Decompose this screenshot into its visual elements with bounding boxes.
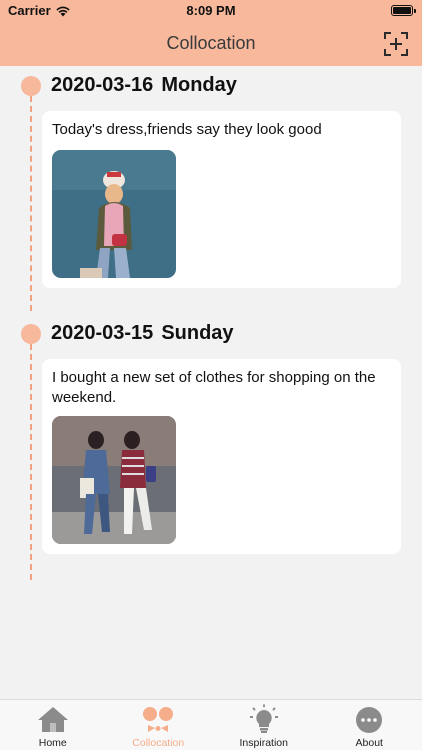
tab-about-label: About <box>355 737 383 749</box>
more-icon <box>356 707 383 733</box>
timeline-dot <box>21 76 41 96</box>
entry-card[interactable]: Today's dress,friends say they look good <box>42 111 401 288</box>
bow-tie-icon <box>143 707 174 732</box>
tab-bar: Home Collocation Inspiration About <box>0 699 422 750</box>
entry-card[interactable]: I bought a new set of clothes for shoppi… <box>42 359 401 554</box>
tab-inspiration[interactable]: Inspiration <box>211 700 317 750</box>
tab-collocation-label: Collocation <box>132 737 185 749</box>
home-icon <box>37 707 68 732</box>
page-title: Collocation <box>166 33 256 53</box>
battery-level <box>393 7 411 14</box>
entry-date: 2020-03-15 <box>51 322 154 344</box>
entry-date: 2020-03-16 <box>51 74 154 96</box>
tab-inspiration-label: Inspiration <box>239 737 288 749</box>
lightbulb-icon <box>249 704 278 733</box>
entry-date-heading: 2020-03-15 Sunday <box>51 322 234 345</box>
entry-weekday: Sunday <box>161 322 234 344</box>
entry-text: I bought a new set of clothes for shoppi… <box>52 369 376 406</box>
timeline-line <box>30 96 32 311</box>
clock: 8:09 PM <box>186 3 236 18</box>
add-frame-icon <box>384 32 408 56</box>
status-bar: Carrier 8:09 PM <box>0 0 422 22</box>
tab-about[interactable]: About <box>317 700 422 750</box>
add-entry-button[interactable] <box>382 30 410 58</box>
entry-weekday: Monday <box>161 74 237 96</box>
timeline-line <box>30 344 32 580</box>
shopping-photo[interactable] <box>52 416 176 544</box>
tab-home[interactable]: Home <box>0 700 106 750</box>
tab-home-label: Home <box>38 737 67 749</box>
tab-collocation[interactable]: Collocation <box>106 700 212 750</box>
navigation-bar: Collocation <box>0 22 422 66</box>
battery-icon <box>391 5 416 16</box>
timeline-dot <box>21 324 41 344</box>
entry-date-heading: 2020-03-16 Monday <box>51 74 237 97</box>
entry-text: Today's dress,friends say they look good <box>52 121 322 138</box>
outfit-photo[interactable] <box>52 150 176 278</box>
